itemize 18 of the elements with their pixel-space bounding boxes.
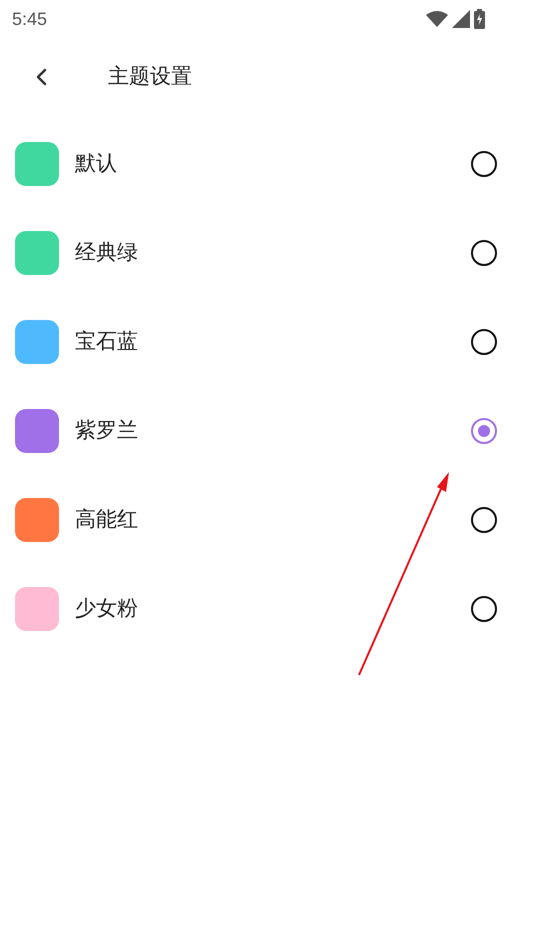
radio-button[interactable]: [471, 506, 497, 532]
battery-charging-icon: [474, 9, 485, 29]
theme-label: 默认: [75, 150, 118, 177]
wifi-icon: [426, 11, 448, 27]
radio-button[interactable]: [471, 240, 497, 266]
page-title: 主题设置: [108, 64, 192, 90]
radio-button[interactable]: [471, 418, 497, 444]
back-icon[interactable]: [35, 68, 47, 86]
radio-button[interactable]: [471, 150, 497, 176]
radio-button[interactable]: [471, 328, 497, 354]
theme-label: 少女粉: [75, 596, 139, 622]
theme-label: 经典绿: [75, 240, 139, 266]
signal-icon: [452, 10, 470, 28]
theme-label: 紫罗兰: [75, 418, 139, 444]
radio-button[interactable]: [471, 596, 497, 622]
theme-label: 宝石蓝: [75, 328, 139, 355]
theme-label: 高能红: [75, 506, 139, 533]
status-time: 5:45: [12, 8, 48, 30]
